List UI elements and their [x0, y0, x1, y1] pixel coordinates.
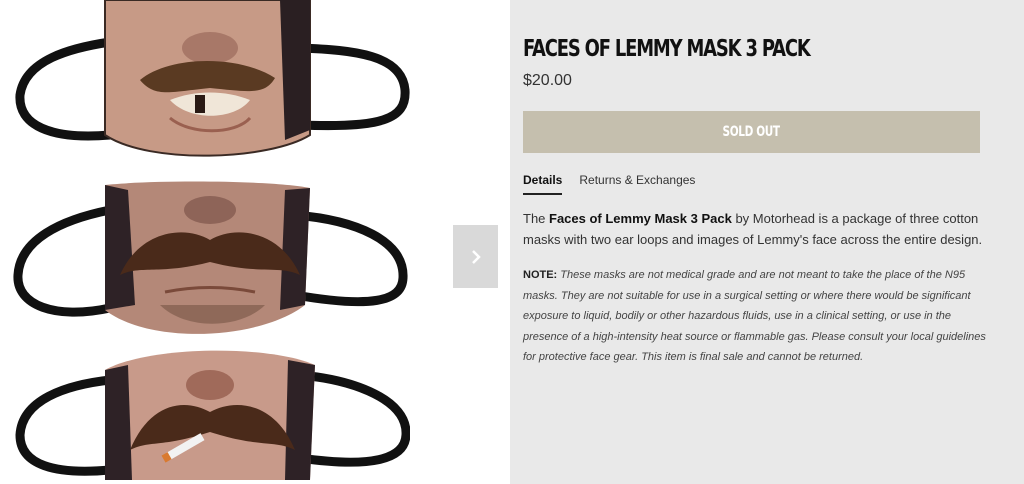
sold-out-label: SOLD OUT	[722, 124, 781, 140]
note-label: NOTE:	[523, 269, 558, 281]
tab-details[interactable]: Details	[523, 173, 563, 195]
chevron-right-icon	[471, 249, 481, 264]
mask-image-1[interactable]	[10, 0, 410, 168]
product-details-panel: FACES OF LEMMY MASK 3 PACK $20.00 SOLD O…	[510, 0, 1024, 484]
sold-out-button[interactable]: SOLD OUT	[523, 111, 980, 153]
description-prefix: The	[523, 211, 550, 226]
product-description: The Faces of Lemmy Mask 3 Pack by Motorh…	[523, 208, 983, 250]
product-gallery	[0, 0, 510, 484]
product-tabs: Details Returns & Exchanges	[523, 173, 695, 195]
gallery-next-button[interactable]	[453, 225, 498, 288]
mask-image-2[interactable]	[10, 180, 410, 348]
product-note: NOTE: These masks are not medical grade …	[523, 265, 993, 368]
product-price: $20.00	[523, 72, 572, 89]
mask-image-3[interactable]	[10, 340, 410, 484]
product-title: FACES OF LEMMY MASK 3 PACK	[523, 36, 811, 62]
note-text: These masks are not medical grade and ar…	[523, 269, 986, 363]
description-product-name: Faces of Lemmy Mask 3 Pack	[549, 211, 732, 226]
tab-returns-exchanges[interactable]: Returns & Exchanges	[579, 173, 695, 195]
